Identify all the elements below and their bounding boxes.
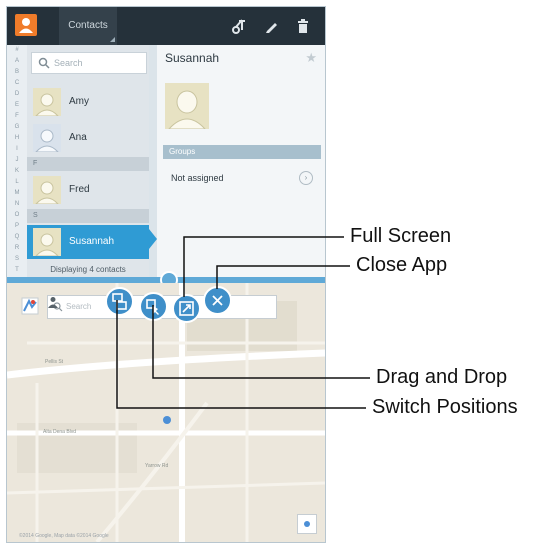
callout-drag-and-drop: Drag and Drop	[376, 366, 508, 388]
callout-lines	[116, 236, 370, 409]
callout-close-app: Close App	[356, 254, 448, 276]
callout-switch-positions: Switch Positions	[372, 396, 518, 418]
callout-full-screen: Full Screen	[350, 225, 452, 247]
